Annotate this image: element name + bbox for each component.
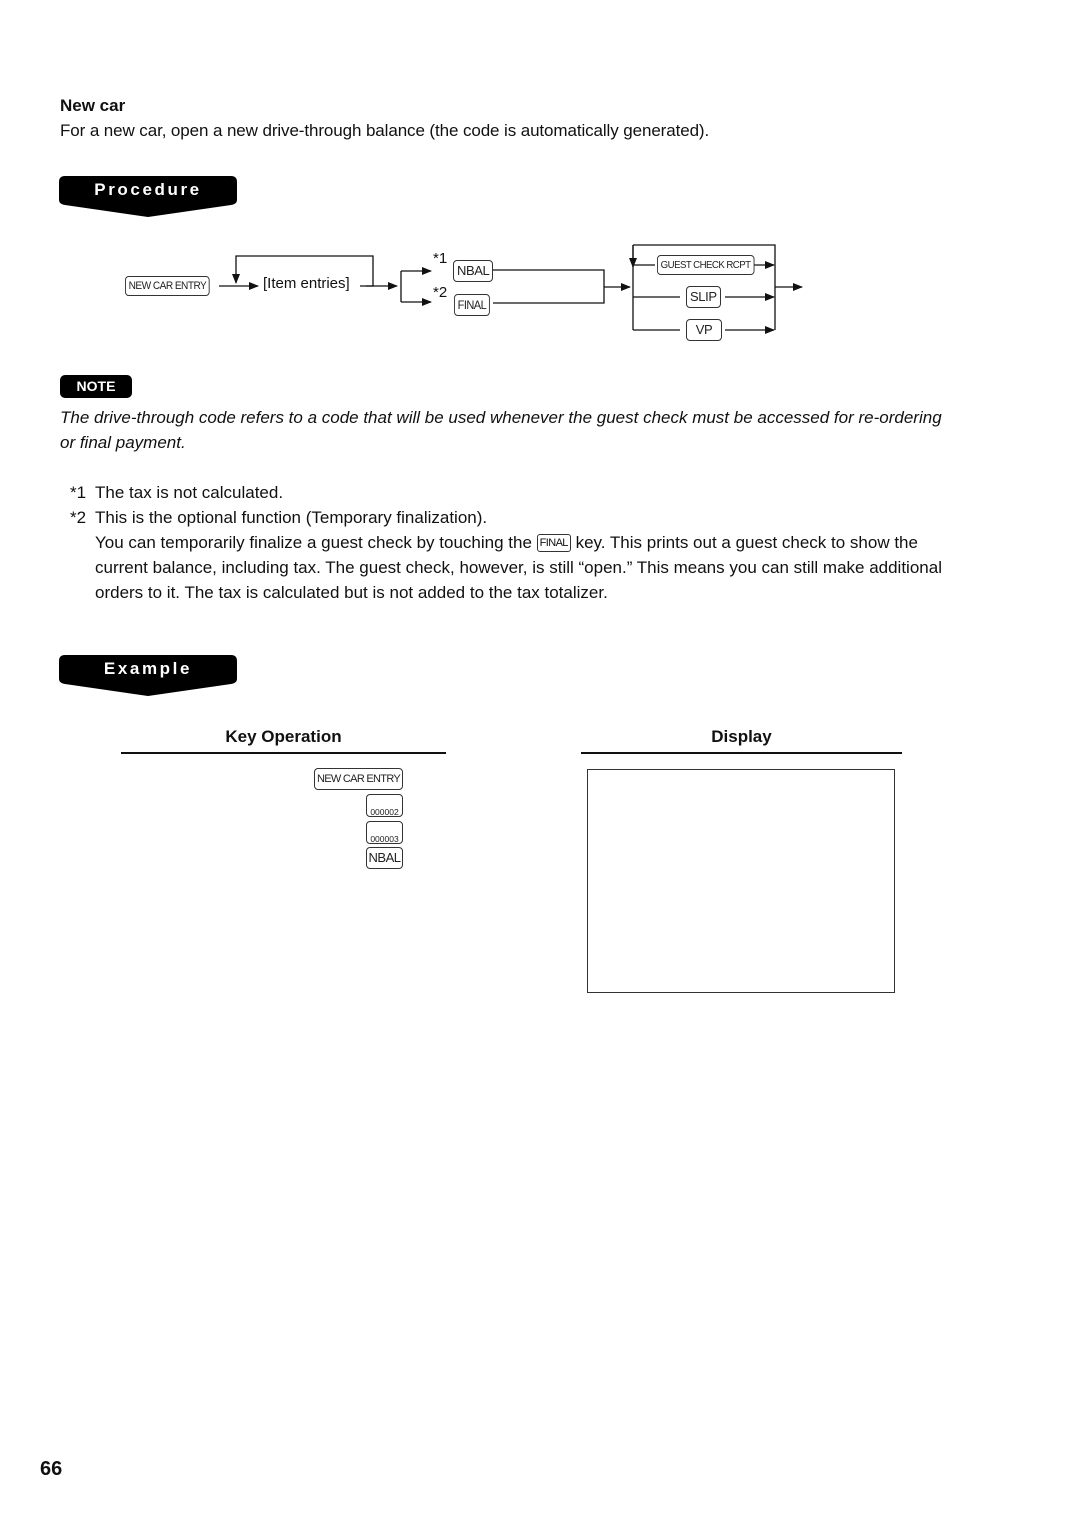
flow-lines [219, 244, 803, 334]
nbal-key: NBAL [453, 260, 494, 282]
footnote-1-text: The tax is not calculated. [95, 483, 284, 502]
key-op-nbal: NBAL [366, 847, 403, 869]
footnote-2-detail-before: You can temporarily finalize a guest che… [95, 533, 532, 552]
example-banner-label: Example [103, 659, 193, 678]
key-operation-sequence: NEW CAR ENTRY 000002 000003 NBAL [121, 768, 403, 873]
footnote-mark-1: *1 [433, 250, 448, 267]
procedure-flow-diagram: NEW CAR ENTRY [Item entries] *1 NBAL *2 … [0, 0, 1080, 360]
footnote-1-mark: *1 [70, 483, 87, 502]
note-text: The drive-through code refers to a code … [60, 408, 942, 452]
example-banner: Example [59, 655, 239, 699]
key-op-new-car-entry: NEW CAR ENTRY [314, 768, 403, 790]
key-operation-header: Key Operation [225, 727, 342, 746]
key-op-code-000003: 000003 [366, 821, 403, 844]
item-entries-label: [Item entries] [263, 275, 350, 292]
footnotes: *1 The tax is not calculated. *2 This is… [0, 480, 1080, 610]
display-header: Display [711, 727, 772, 746]
footnote-2-text: This is the optional function (Temporary… [95, 508, 488, 527]
footnote-mark-2: *2 [433, 284, 448, 301]
key-op-code-000002: 000002 [366, 794, 403, 817]
final-key: FINAL [454, 294, 490, 316]
final-key-inline: FINAL [536, 534, 571, 552]
guest-check-rcpt-key: GUEST CHECK RCPT [657, 255, 755, 275]
key-operation-rule [121, 752, 446, 754]
display-screen [587, 769, 895, 993]
footnote-2-detail: You can temporarily finalize a guest che… [95, 530, 975, 605]
footnote-2-mark: *2 [70, 508, 87, 527]
new-car-entry-key: NEW CAR ENTRY [125, 276, 210, 296]
page-number: 66 [40, 1458, 63, 1480]
note-badge: NOTE [60, 375, 132, 398]
display-rule [581, 752, 902, 754]
slip-key: SLIP [686, 286, 721, 308]
vp-key: VP [686, 319, 722, 341]
